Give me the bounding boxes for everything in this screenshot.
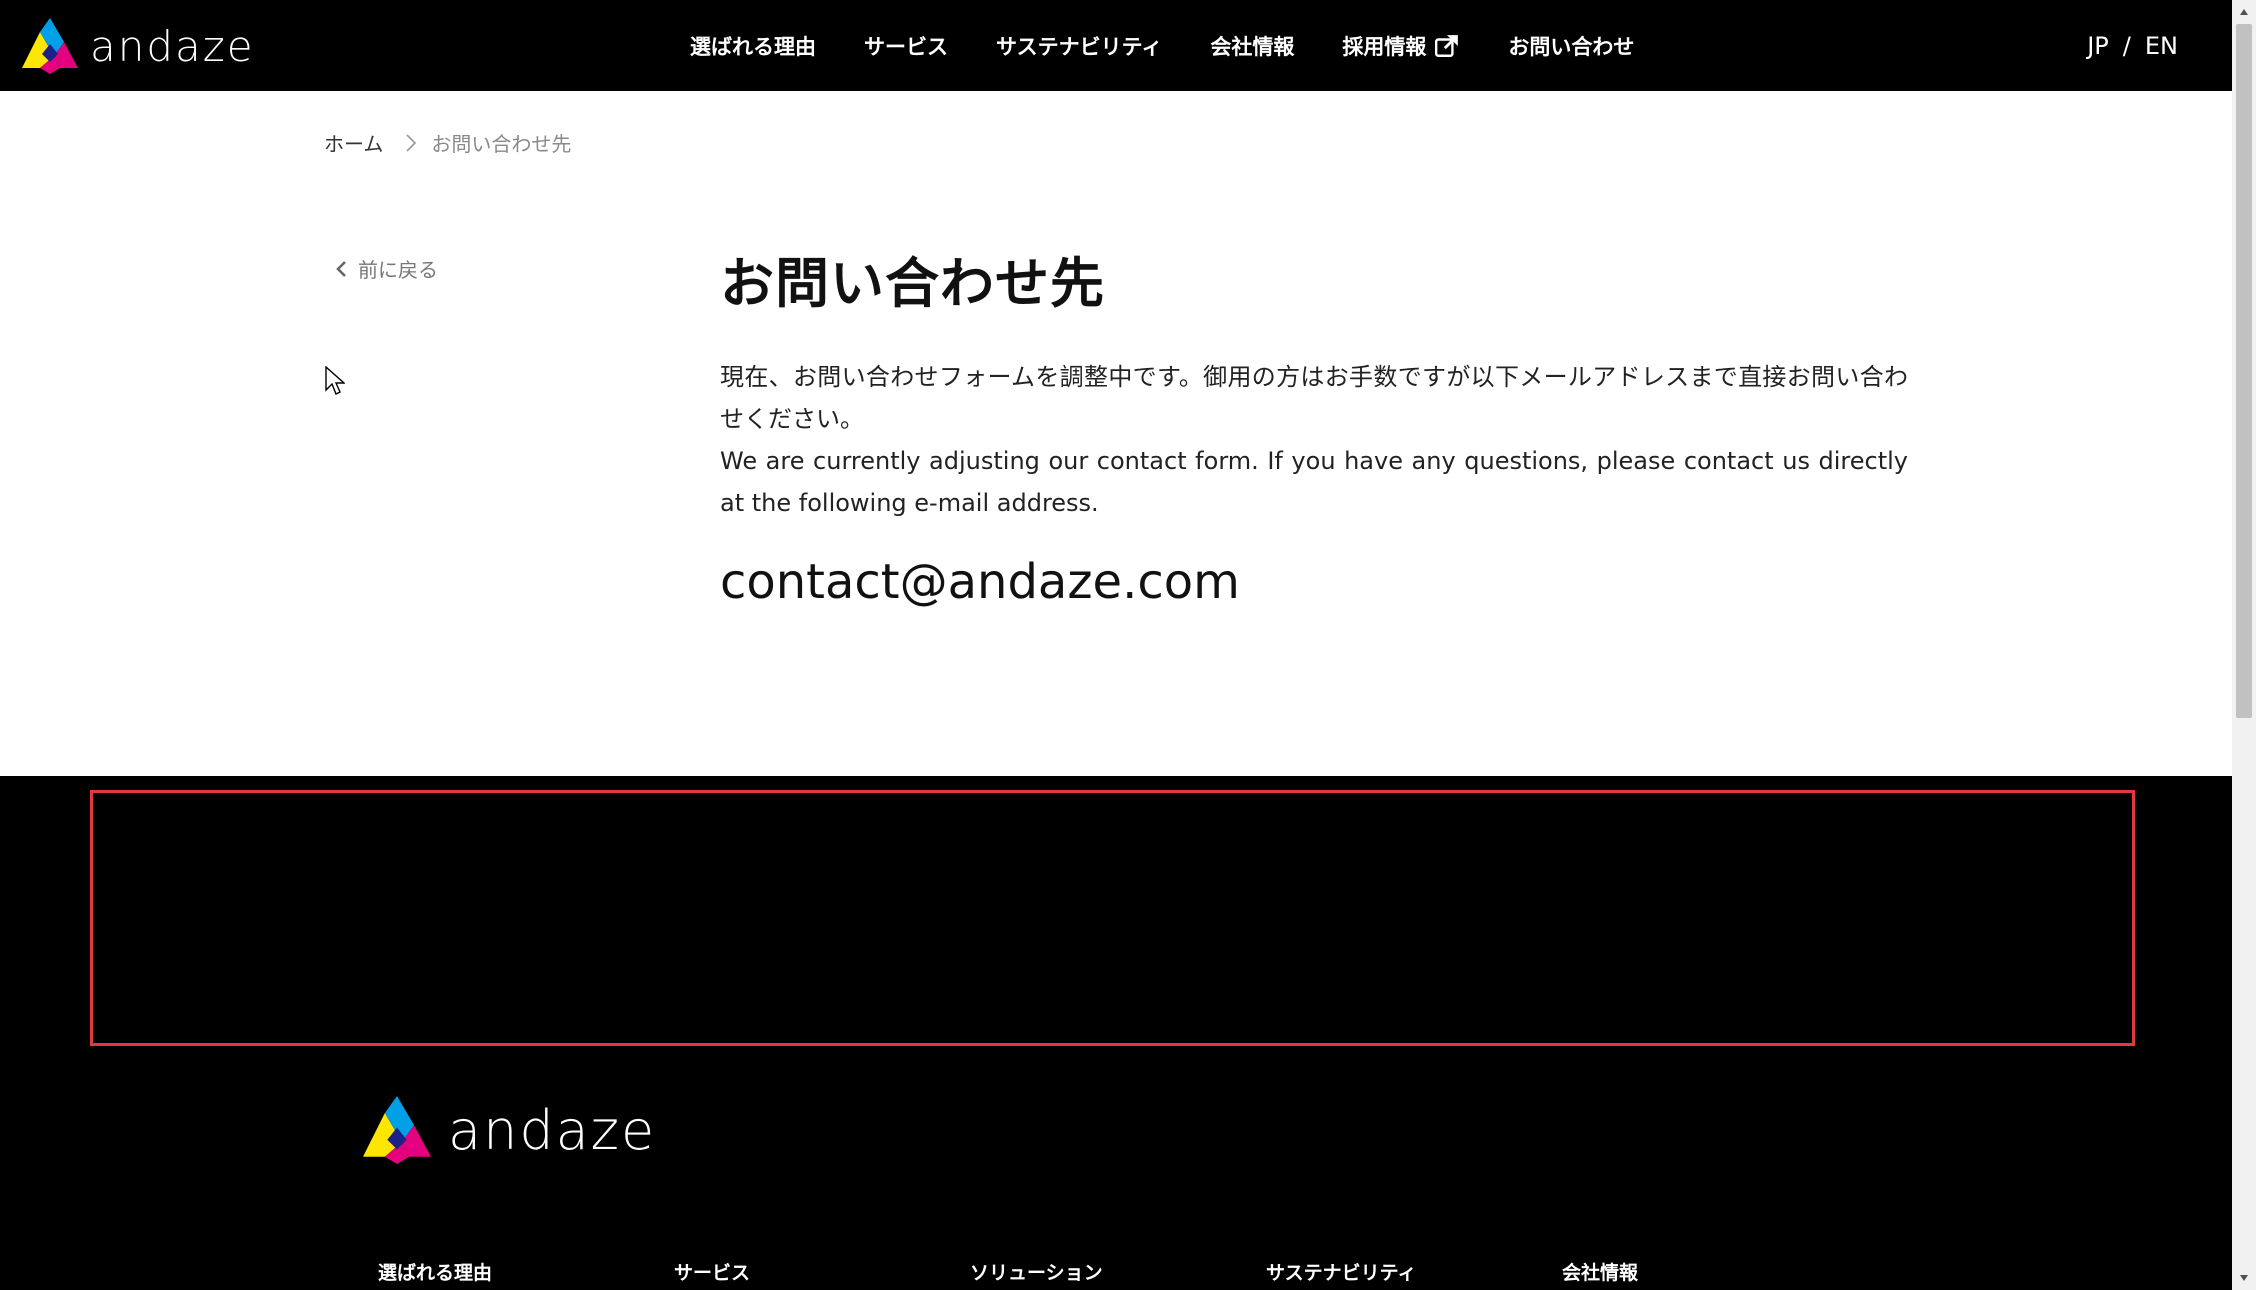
main-nav: 選ばれる理由 サービス サステナビリティ 会社情報 採用情報 お問い合わせ — [690, 0, 1634, 91]
external-link-icon — [1435, 34, 1459, 57]
description-jp: 現在、お問い合わせフォームを調整中です。御用の方はお手数ですが以下メールアドレス… — [720, 363, 1908, 433]
breadcrumb: ホーム お問い合わせ先 — [324, 128, 571, 157]
scroll-down-button[interactable] — [2232, 1268, 2256, 1288]
footer-nav-company[interactable]: 会社情報 — [1562, 1258, 1858, 1285]
highlight-box — [90, 790, 2135, 1046]
footer-nav-solutions[interactable]: ソリューション — [970, 1258, 1266, 1285]
footer-logo-wordmark: andaze — [448, 1098, 657, 1162]
footer-logo[interactable]: andaze — [360, 1096, 656, 1164]
lang-en-link[interactable]: EN — [2145, 32, 2178, 60]
footer-nav-reasons[interactable]: 選ばれる理由 — [378, 1258, 674, 1285]
scroll-up-button[interactable] — [2232, 2, 2256, 22]
description-en: We are currently adjusting our contact f… — [720, 447, 1908, 517]
main-content: お問い合わせ先 現在、お問い合わせフォームを調整中です。御用の方はお手数ですが以… — [720, 248, 1908, 612]
nav-item-recruit[interactable]: 採用情報 — [1342, 31, 1460, 61]
logo-wordmark: andaze — [90, 21, 255, 71]
nav-item-company[interactable]: 会社情報 — [1210, 31, 1294, 61]
nav-item-label: サステナビリティ — [996, 34, 1163, 59]
page-title: お問い合わせ先 — [720, 252, 1105, 315]
back-link-label: 前に戻る — [358, 258, 438, 282]
nav-item-services[interactable]: サービス — [864, 31, 948, 61]
breadcrumb-current: お問い合わせ先 — [431, 132, 572, 156]
nav-item-contact[interactable]: お問い合わせ — [1508, 31, 1634, 61]
vertical-scrollbar[interactable] — [2232, 0, 2256, 1290]
caret-down-icon — [2240, 1275, 2248, 1281]
nav-item-sustainability[interactable]: サステナビリティ — [996, 31, 1162, 61]
footer-nav-sustainability[interactable]: サステナビリティ — [1266, 1258, 1562, 1285]
site-header: andaze 選ばれる理由 サービス サステナビリティ 会社情報 採用情報 お問… — [0, 0, 2232, 91]
footer-nav-services[interactable]: サービス — [674, 1258, 970, 1285]
nav-item-label: 選ばれる理由 — [690, 34, 816, 59]
chevron-left-icon — [336, 260, 346, 277]
contact-email[interactable]: contact@andaze.com — [720, 552, 1908, 612]
breadcrumb-home-link[interactable]: ホーム — [324, 128, 383, 157]
andaze-logo-icon — [22, 18, 78, 74]
andaze-logo-icon — [363, 1096, 431, 1164]
language-switcher: JP / EN — [2087, 0, 2178, 91]
nav-item-reasons[interactable]: 選ばれる理由 — [690, 31, 816, 61]
chevron-right-icon — [406, 133, 417, 152]
footer-nav: 選ばれる理由 サービス ソリューション サステナビリティ 会社情報 — [378, 1258, 1858, 1285]
nav-item-label: お問い合わせ — [1508, 34, 1635, 59]
back-link[interactable]: 前に戻る — [334, 254, 438, 283]
nav-item-label: サービス — [864, 34, 948, 59]
lang-jp-link[interactable]: JP — [2087, 32, 2109, 60]
mouse-cursor-icon — [325, 366, 345, 395]
nav-item-label: 採用情報 — [1342, 34, 1427, 59]
nav-item-label: 会社情報 — [1210, 34, 1295, 59]
contact-description: 現在、お問い合わせフォームを調整中です。御用の方はお手数ですが以下メールアドレス… — [720, 356, 1908, 524]
site-logo[interactable]: andaze — [20, 18, 255, 74]
scrollbar-thumb[interactable] — [2236, 24, 2252, 718]
site-footer: andaze 選ばれる理由 サービス ソリューション サステナビリティ 会社情報 — [0, 776, 2232, 1290]
lang-separator: / — [2122, 31, 2131, 60]
caret-up-icon — [2240, 9, 2248, 15]
